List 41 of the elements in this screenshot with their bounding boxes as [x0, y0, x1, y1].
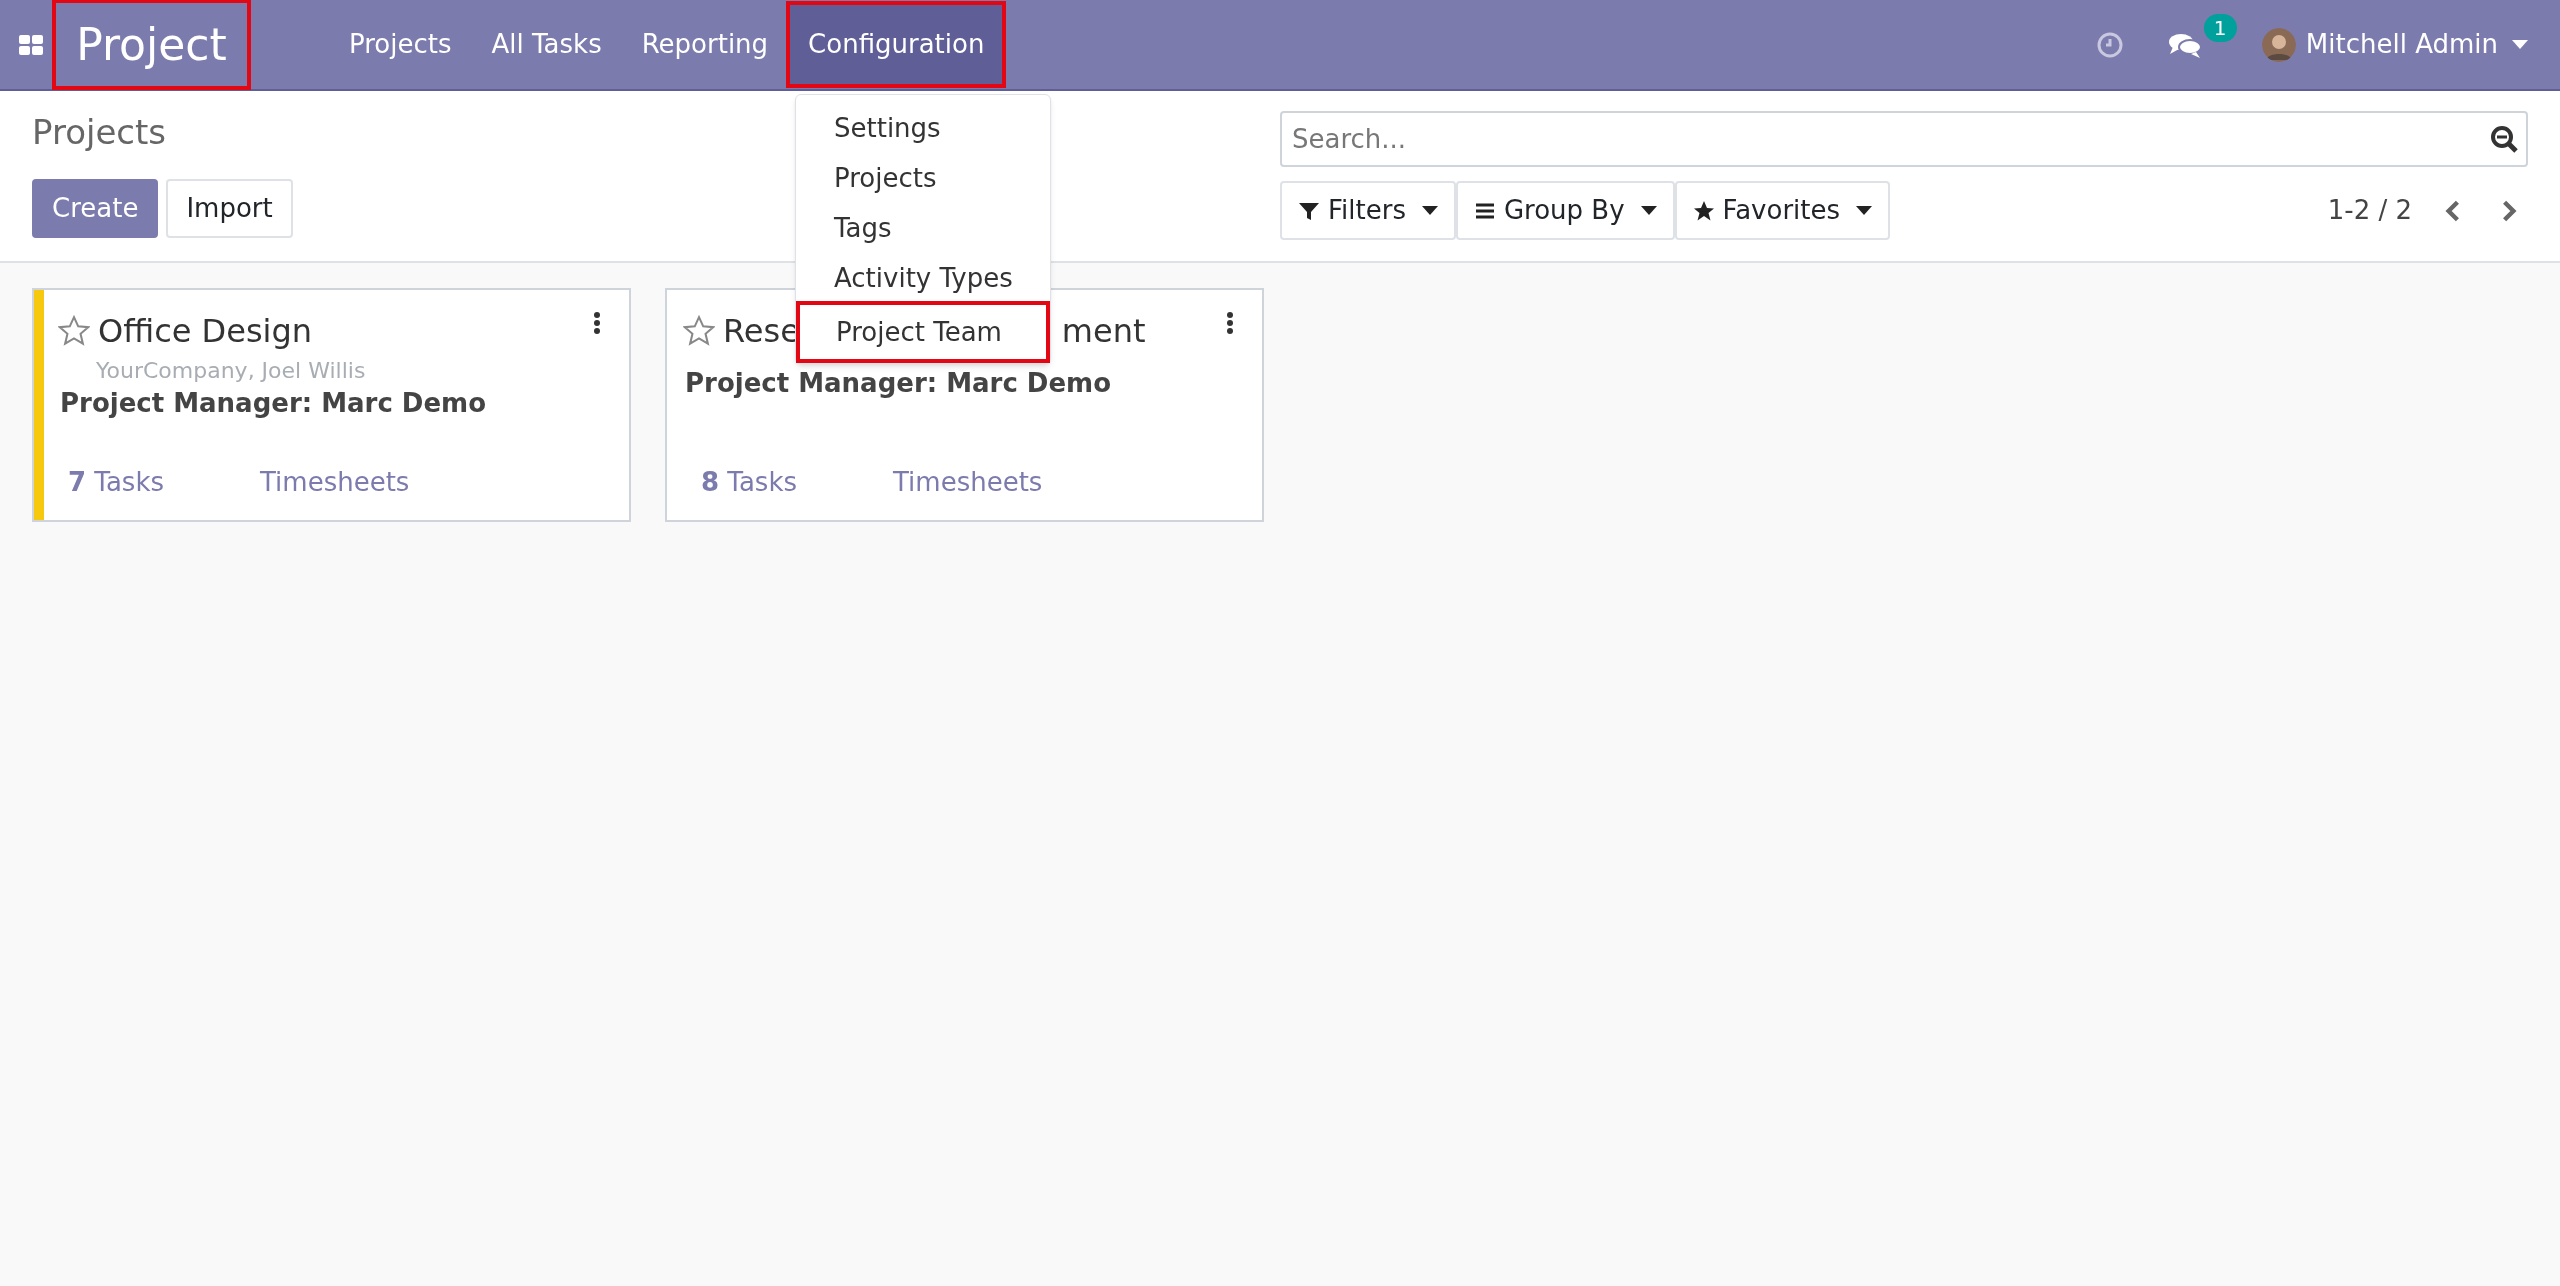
project-manager: Project Manager: Marc Demo: [59, 387, 488, 420]
dropdown-item[interactable]: Settings: [796, 103, 1050, 153]
menu-item[interactable]: Projects: [329, 3, 472, 86]
card-title: Rese: [723, 311, 800, 352]
menu-item[interactable]: Reporting: [621, 3, 789, 86]
filter-dropdown-button[interactable]: Group By: [1455, 181, 1675, 240]
menu-item[interactable]: All Tasks: [471, 3, 622, 86]
more-options-icon[interactable]: [593, 312, 601, 334]
dropdown-item[interactable]: Project Team: [798, 303, 1048, 361]
search-field[interactable]: Search...: [1280, 111, 2528, 167]
menu-item[interactable]: Configuration: [788, 3, 1005, 86]
user-avatar[interactable]: [2261, 27, 2296, 62]
user-name[interactable]: Mitchell Admin: [2305, 25, 2498, 64]
more-options-icon[interactable]: [1226, 312, 1234, 334]
timesheets-link[interactable]: Timesheets: [893, 463, 1043, 502]
card-subtitle: YourCompany, Joel Willis: [95, 357, 367, 384]
tasks-link[interactable]: 8 Tasks: [701, 463, 798, 502]
filter-dropdown-button[interactable]: Favorites: [1674, 181, 1891, 240]
page-title: Projects: [32, 111, 168, 153]
project-manager: Project Manager: Marc Demo: [685, 367, 1113, 400]
caret-icon: [1421, 205, 1438, 216]
caret-icon: [1640, 205, 1657, 216]
import-button[interactable]: Import: [166, 179, 293, 238]
card-title: Office Design: [98, 311, 313, 352]
card-title: ment: [1061, 311, 1146, 352]
dropdown-item[interactable]: Projects: [796, 153, 1050, 203]
dropdown-item[interactable]: Activity Types: [796, 253, 1050, 303]
dropdown-item[interactable]: Tags: [796, 203, 1050, 253]
star-icon: [1692, 199, 1715, 222]
star-icon[interactable]: [683, 315, 715, 347]
search-icon[interactable]: [2490, 125, 2518, 153]
filter-dropdown-button[interactable]: Filters: [1280, 181, 1456, 240]
star-icon[interactable]: [58, 315, 90, 347]
timesheets-link[interactable]: Timesheets: [260, 463, 410, 502]
caret-icon: [1856, 205, 1873, 216]
caret-icon[interactable]: [2512, 39, 2528, 50]
message-count-badge: 1: [2203, 13, 2237, 42]
tasks-link[interactable]: 7 Tasks: [68, 463, 165, 502]
clock-icon[interactable]: [2095, 30, 2124, 59]
pager-value: 1-2 / 2: [2327, 194, 2412, 227]
create-button[interactable]: Create: [32, 179, 159, 238]
